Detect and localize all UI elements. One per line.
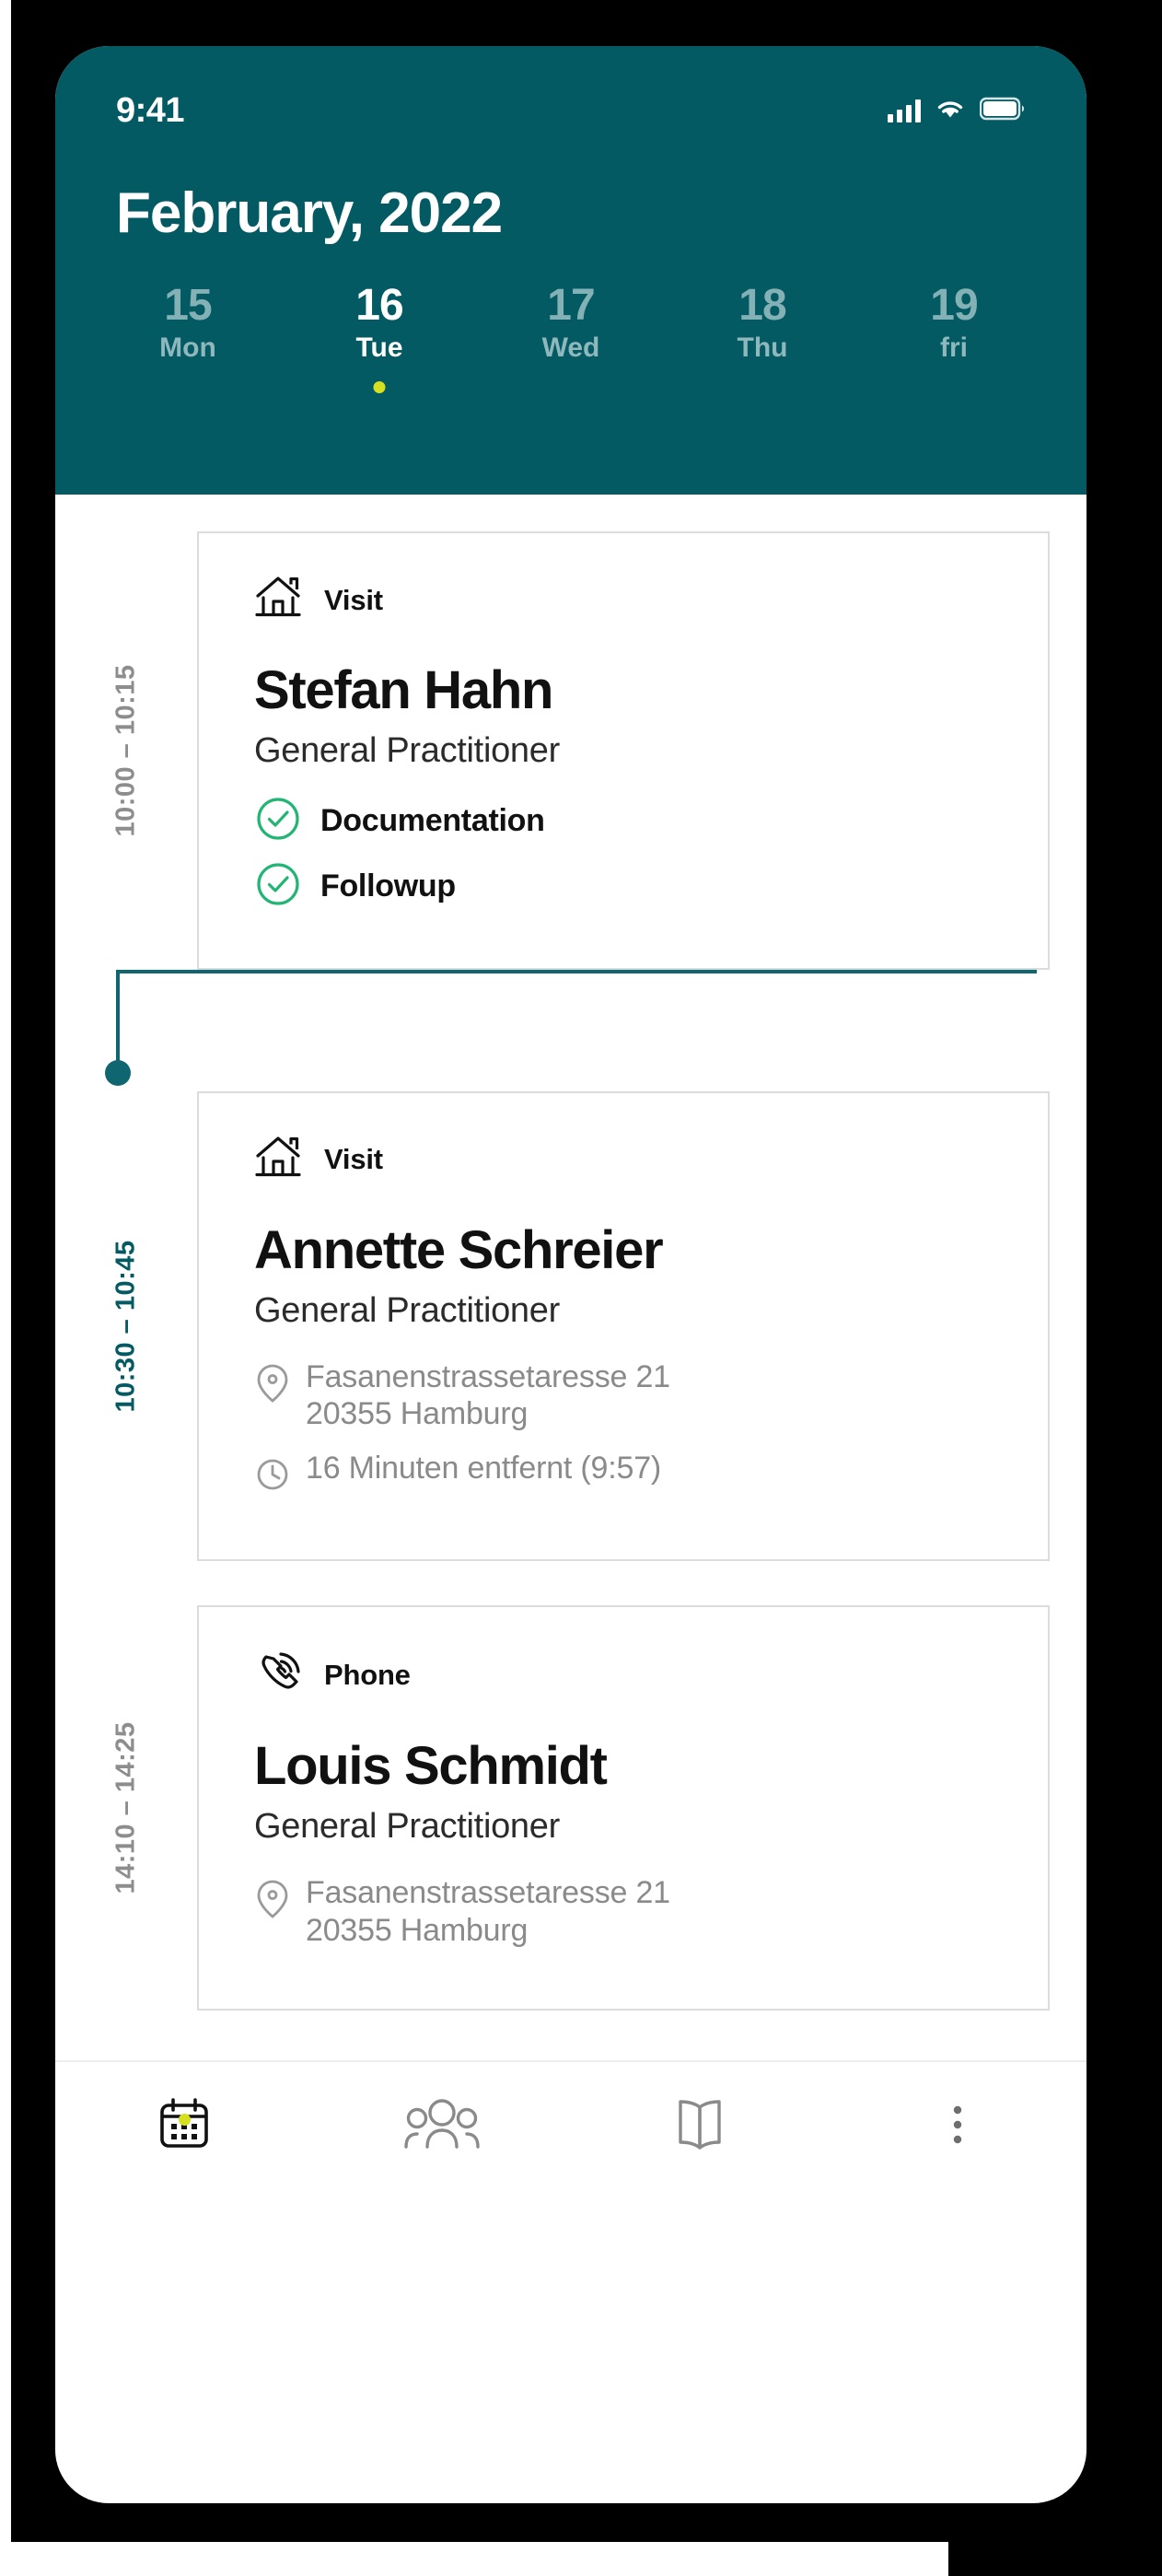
patient-name: Annette Schreier [254, 1219, 664, 1280]
day-cell-17[interactable]: 17 Wed [475, 281, 667, 404]
background-bottom [0, 2542, 948, 2576]
timeline-horizontal-line [116, 969, 1037, 973]
task-item[interactable]: Followup [254, 860, 993, 913]
appointment-type: Visit [254, 574, 993, 626]
appointment-list[interactable]: 10:00 – 10:15 Visit Stefan Hahn General … [55, 495, 1086, 2244]
appointment-row[interactable]: 10:00 – 10:15 Visit Stefan Hahn General … [55, 531, 1086, 970]
people-icon [400, 2090, 484, 2164]
day-cell-16[interactable]: 16 Tue [284, 281, 475, 404]
device-frame: 9:41 February, 2022 15 Mon 16 Tue 17 Wed… [11, 0, 1086, 2542]
appointment-type-label: Phone [324, 1658, 411, 1691]
appointment-card[interactable]: Phone Louis Schmidt General Practitioner [197, 1605, 1050, 2011]
nav-active-dot [178, 2114, 191, 2126]
day-number: 19 [930, 281, 978, 330]
meta-item-address[interactable]: Fasanenstrassetaresse 21 20355 Hamburg [254, 1874, 993, 1950]
appointment-row[interactable]: 10:30 – 10:45 Visit Annette Schreier Gen… [55, 1090, 1086, 1562]
nav-item-book[interactable] [571, 2090, 829, 2164]
day-name: Thu [737, 332, 788, 364]
calendar-icon [149, 2090, 219, 2164]
day-number: 18 [738, 281, 786, 330]
meta-list: Fasanenstrassetaresse 21 20355 Hamburg 1 [254, 1358, 993, 1501]
book-icon [665, 2090, 735, 2164]
app-header: 9:41 February, 2022 15 Mon 16 Tue 17 Wed… [55, 46, 1086, 495]
day-name: Tue [355, 332, 403, 364]
address-text: Fasanenstrassetaresse 21 20355 Hamburg [306, 1358, 670, 1432]
location-pin-icon [254, 1878, 291, 1925]
appointment-type-label: Visit [324, 1143, 383, 1176]
time-column: 10:00 – 10:15 [55, 531, 197, 970]
nav-item-more[interactable] [829, 2090, 1086, 2164]
day-number: 16 [355, 281, 403, 330]
appointment-card[interactable]: Visit Annette Schreier General Practitio… [197, 1090, 1050, 1562]
day-name: fri [940, 332, 968, 364]
patient-role: General Practitioner [254, 1806, 560, 1846]
meta-item-travel-time[interactable]: 16 Minuten entfernt (9:57) [254, 1450, 993, 1500]
timeline-current-dot [105, 1059, 131, 1086]
check-circle-icon [254, 860, 302, 913]
day-name: Wed [541, 332, 600, 364]
task-list: Documentation Followup [254, 795, 993, 913]
timeline-connector [55, 969, 1086, 1091]
patient-role: General Practitioner [254, 730, 560, 770]
task-label: Followup [320, 868, 456, 903]
patient-role: General Practitioner [254, 1290, 560, 1330]
task-label: Documentation [320, 802, 545, 838]
meta-item-address[interactable]: Fasanenstrassetaresse 21 20355 Hamburg [254, 1358, 993, 1434]
time-column: 14:10 – 14:25 [55, 1605, 197, 2010]
day-cell-19[interactable]: 19 fri [858, 281, 1050, 404]
nav-item-people[interactable] [313, 2090, 571, 2164]
appointment-row[interactable]: 14:10 – 14:25 Phone Louis Schmidt Genera… [55, 1605, 1086, 2011]
page-title: February, 2022 [116, 181, 503, 245]
list-fade-overlay [55, 2023, 1086, 2060]
home-icon [254, 574, 306, 626]
meta-list: Fasanenstrassetaresse 21 20355 Hamburg [254, 1874, 993, 1950]
patient-name: Stefan Hahn [254, 660, 553, 720]
address-text: Fasanenstrassetaresse 21 20355 Hamburg [306, 1874, 670, 1948]
more-vertical-icon [923, 2090, 993, 2164]
time-range-label: 10:30 – 10:45 [110, 1240, 141, 1413]
nav-item-calendar[interactable] [55, 2090, 313, 2164]
appointment-type: Visit [254, 1134, 993, 1186]
bottom-navigation [55, 2060, 1086, 2244]
time-range-label: 10:00 – 10:15 [110, 664, 141, 837]
day-number: 17 [547, 281, 595, 330]
status-icons [888, 97, 1026, 125]
status-time: 9:41 [116, 90, 185, 130]
travel-time-text: 16 Minuten entfernt (9:57) [306, 1451, 662, 1486]
day-cell-15[interactable]: 15 Mon [92, 281, 284, 404]
appointment-card[interactable]: Visit Stefan Hahn General Practitioner D… [197, 531, 1050, 970]
patient-name: Louis Schmidt [254, 1736, 608, 1797]
day-cell-18[interactable]: 18 Thu [667, 281, 858, 404]
cellular-signal-icon [888, 99, 921, 122]
status-bar: 9:41 [55, 46, 1086, 147]
phone-icon [254, 1648, 306, 1702]
phone-screen: 9:41 February, 2022 15 Mon 16 Tue 17 Wed… [55, 46, 1086, 2503]
appointment-type: Phone [254, 1648, 993, 1702]
day-active-dot [373, 381, 386, 394]
task-item[interactable]: Documentation [254, 795, 993, 847]
home-icon [254, 1134, 306, 1186]
wifi-icon [935, 97, 965, 125]
clock-icon [254, 1453, 291, 1500]
day-selector: 15 Mon 16 Tue 17 Wed 18 Thu 19 fri [55, 246, 1086, 404]
day-number: 15 [164, 281, 212, 330]
timeline-vertical-line [116, 969, 120, 1067]
check-circle-icon [254, 795, 302, 847]
time-range-label: 14:10 – 14:25 [110, 1721, 141, 1894]
appointment-type-label: Visit [324, 583, 383, 616]
time-column: 10:30 – 10:45 [55, 1091, 197, 1561]
location-pin-icon [254, 1362, 291, 1409]
battery-icon [979, 97, 1026, 125]
day-name: Mon [159, 332, 216, 364]
